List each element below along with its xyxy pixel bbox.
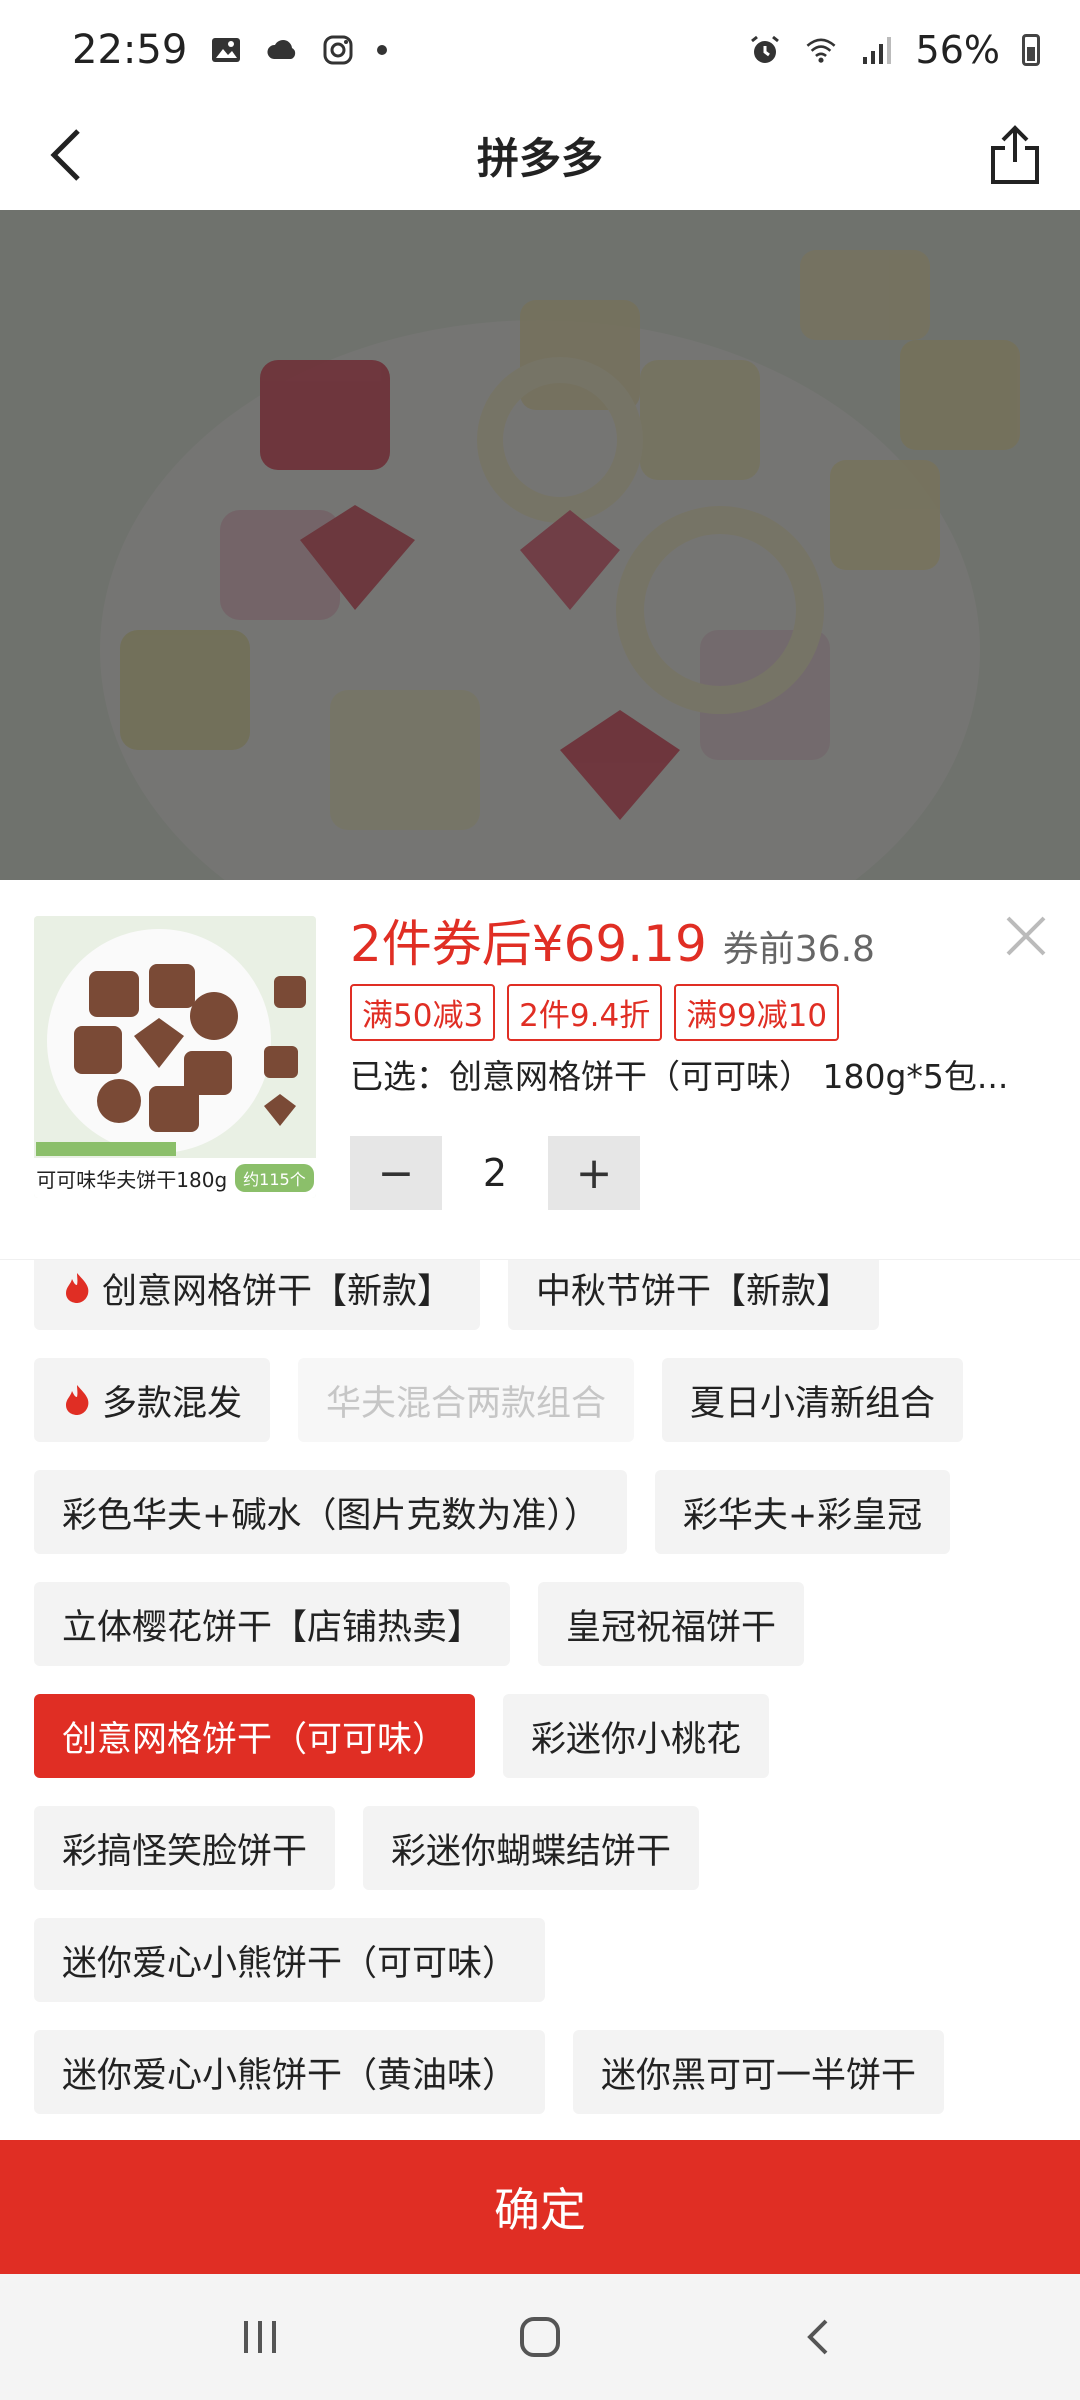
screen: 22:59 56% 拼多多 可可味华夫饼干180g 约115个 2件券后¥69.… [0,0,1080,2400]
option-chip[interactable]: 迷你爱心小熊饼干（黄油味） [34,2030,546,2114]
price-before-coupon: 券前36.8 [722,929,875,970]
option-label: 彩迷你小桃花 [531,1719,742,1760]
option-chip[interactable]: 中秋节饼干【新款】 [508,1260,880,1330]
selected-sku-text: 已选：创意网格饼干（可可味） 180g*5包... [350,1057,1009,1096]
quantity-stepper: − 2 + [350,1136,640,1210]
chevron-left-icon [50,129,80,181]
close-button[interactable] [998,908,1054,964]
nav-bar: 拼多多 [0,100,1080,210]
sku-selector-sheet: 可可味华夫饼干180g 约115个 2件券后¥69.19 券前36.8 满50减… [0,880,1080,2272]
option-chip-selected[interactable]: 创意网格饼干（可可味） [34,1694,476,1778]
thumbnail-badge: 约115个 [235,1164,314,1192]
option-chip[interactable]: 彩色华夫+碱水（图片克数为准）） [34,1470,627,1554]
share-icon [991,125,1039,184]
recent-apps-icon [244,2321,276,2353]
option-label: 多款混发 [102,1383,243,1424]
confirm-label: 确定 [494,2183,586,2237]
signal-icon [862,37,891,64]
system-back-icon [807,2319,828,2355]
coupon-row: 满50减3 2件9.4折 满99减10 [350,984,840,1041]
flame-icon [66,1385,89,1415]
option-label: 彩色华夫+碱水（图片克数为准）） [62,1495,599,1536]
plus-icon: + [575,1147,613,1199]
option-chip[interactable]: 迷你爱心小熊饼干（可可味） [34,1918,546,2002]
option-label: 立体樱花饼干【店铺热卖】 [62,1607,483,1648]
option-label: 迷你爱心小熊饼干（黄油味） [62,2055,518,2096]
decrease-quantity-button[interactable]: − [350,1136,442,1210]
thumbnail-caption: 可可味华夫饼干180g 约115个 [34,1158,316,1198]
option-chip[interactable]: 皇冠祝福饼干 [538,1582,805,1666]
option-label: 中秋节饼干【新款】 [536,1271,852,1312]
thumbnail-image [34,916,316,1198]
option-chip[interactable]: 彩搞怪笑脸饼干 [34,1806,336,1890]
option-label: 华夫混合两款组合 [326,1383,607,1424]
thumbnail-caption-text: 可可味华夫饼干180g [36,1167,228,1192]
option-row: 彩搞怪笑脸饼干 彩迷你蝴蝶结饼干 [34,1806,1046,1890]
option-label: 创意网格饼干【新款】 [102,1271,453,1312]
status-bar: 22:59 56% [0,0,1080,100]
increase-quantity-button[interactable]: + [548,1136,640,1210]
product-thumbnail[interactable]: 可可味华夫饼干180g 约115个 [34,916,316,1198]
instagram-icon [323,35,353,65]
price-row: 2件券后¥69.19 券前36.8 [350,904,875,976]
battery-percent: 56% [915,28,1000,72]
option-label: 彩搞怪笑脸饼干 [62,1831,308,1872]
page-title: 拼多多 [476,133,603,183]
product-photo [0,210,1080,880]
cloud-icon [267,40,296,59]
quantity-value[interactable]: 2 [442,1151,548,1195]
coupon-badge: 2件9.4折 [507,984,663,1041]
home-button[interactable] [500,2297,580,2377]
recent-apps-button[interactable] [220,2297,300,2377]
alarm-icon [750,35,779,63]
option-row: 创意网格饼干【新款】 中秋节饼干【新款】 [34,1260,1046,1330]
option-label: 迷你爱心小熊饼干（可可味） [62,1943,518,1984]
option-chip-disabled: 华夫混合两款组合 [298,1358,635,1442]
price-after-coupon: 2件券后¥69.19 [350,915,707,973]
back-button[interactable] [32,120,102,190]
option-label: 彩华夫+彩皇冠 [682,1495,923,1536]
option-row: 迷你爱心小熊饼干（黄油味） 迷你黑可可一半饼干 [34,2030,1046,2114]
option-chip[interactable]: 迷你黑可可一半饼干 [573,2030,945,2114]
battery-icon [1022,34,1040,66]
sheet-header: 可可味华夫饼干180g 约115个 2件券后¥69.19 券前36.8 满50减… [0,880,1080,1260]
coupon-badge: 满99减10 [674,984,840,1041]
option-chip[interactable]: 彩迷你小桃花 [503,1694,770,1778]
dim-overlay[interactable] [0,210,1080,880]
option-label: 创意网格饼干（可可味） [62,1719,448,1760]
system-nav-bar [0,2274,1080,2400]
option-label: 彩迷你蝴蝶结饼干 [391,1831,672,1872]
option-label: 夏日小清新组合 [690,1383,936,1424]
flame-icon [66,1273,89,1303]
option-row: 迷你爱心小熊饼干（可可味） [34,1918,1046,2002]
gallery-icon [212,38,241,62]
coupon-badge: 满50减3 [350,984,496,1041]
share-button[interactable] [980,120,1050,190]
system-back-button[interactable] [780,2297,860,2377]
wifi-icon [806,38,835,63]
confirm-button[interactable]: 确定 [0,2140,1080,2274]
option-chip[interactable]: 多款混发 [34,1358,271,1442]
option-row: 立体樱花饼干【店铺热卖】 皇冠祝福饼干 [34,1582,1046,1666]
close-icon [1006,916,1046,956]
status-time: 22:59 [72,27,188,73]
option-label: 迷你黑可可一半饼干 [601,2055,917,2096]
option-label: 皇冠祝福饼干 [566,1607,777,1648]
option-chip[interactable]: 夏日小清新组合 [662,1358,964,1442]
option-chip[interactable]: 立体樱花饼干【店铺热卖】 [34,1582,511,1666]
status-left: 22:59 [72,27,388,73]
option-chip[interactable]: 彩华夫+彩皇冠 [654,1470,951,1554]
option-chip[interactable]: 彩迷你蝴蝶结饼干 [363,1806,700,1890]
minus-icon: − [377,1147,415,1199]
sku-options: 创意网格饼干【新款】 中秋节饼干【新款】 多款混发 华夫混合两款组合 夏日小清新… [0,1260,1080,2120]
option-row: 彩色华夫+碱水（图片克数为准）） 彩华夫+彩皇冠 [34,1470,1046,1554]
option-row: 多款混发 华夫混合两款组合 夏日小清新组合 [34,1358,1046,1442]
home-icon [520,2317,560,2357]
option-chip[interactable]: 创意网格饼干【新款】 [34,1260,481,1330]
dot-icon [377,45,388,55]
option-row: 创意网格饼干（可可味） 彩迷你小桃花 [34,1694,1046,1778]
status-right: 56% [748,28,1040,72]
